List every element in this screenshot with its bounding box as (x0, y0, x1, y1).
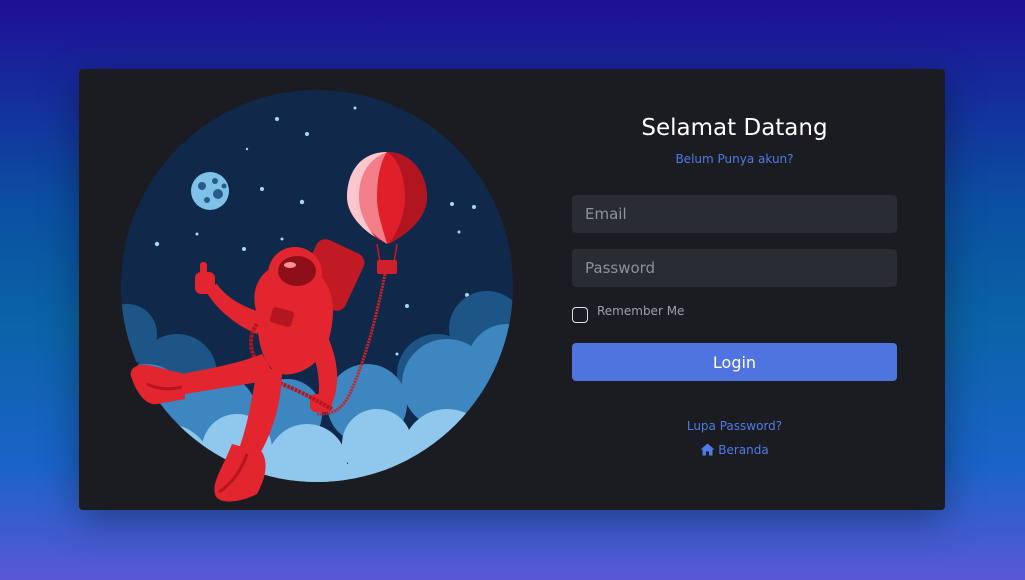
astronaut-illustration (121, 90, 513, 502)
remember-me-checkbox[interactable] (572, 307, 588, 323)
password-input[interactable] (572, 249, 897, 287)
page-title: Selamat Datang (641, 115, 828, 141)
remember-me-row: Remember Me (572, 304, 684, 323)
home-link-label: Beranda (718, 443, 769, 457)
email-input[interactable] (572, 195, 897, 233)
forgot-password-link[interactable]: Lupa Password? (572, 419, 897, 433)
login-form: Selamat Datang Belum Punya akun? Remembe… (572, 69, 897, 510)
login-card: Selamat Datang Belum Punya akun? Remembe… (79, 69, 945, 510)
register-link[interactable]: Belum Punya akun? (572, 152, 897, 166)
login-button[interactable]: Login (572, 343, 897, 381)
home-icon (700, 443, 715, 456)
remember-me-label: Remember Me (597, 304, 685, 318)
home-link[interactable]: Beranda (572, 443, 897, 457)
